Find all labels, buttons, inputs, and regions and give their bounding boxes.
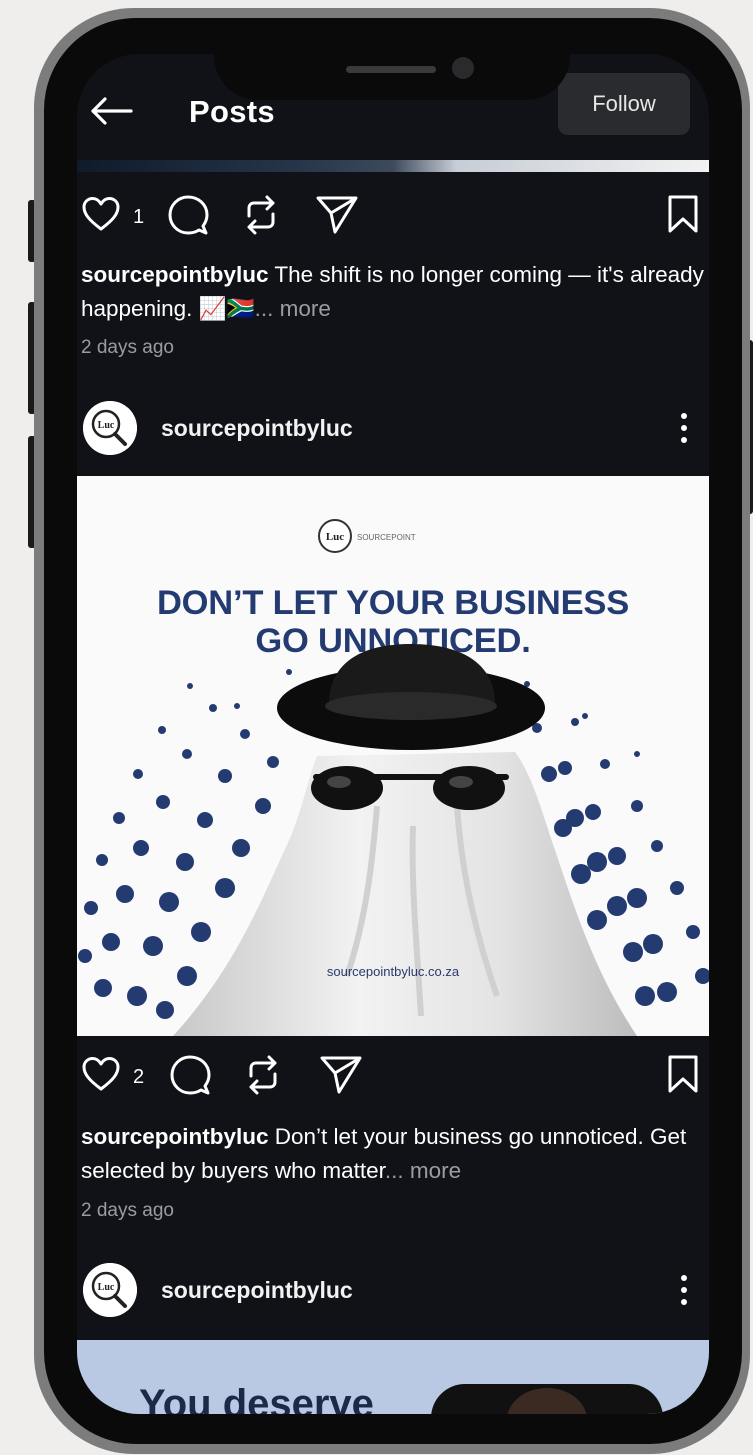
post-image-text: You deserve [139, 1382, 374, 1414]
share-icon[interactable] [315, 194, 359, 236]
repost-icon[interactable] [241, 194, 281, 236]
comment-icon[interactable] [169, 1054, 211, 1096]
caption-username[interactable]: sourcepointbyluc [81, 1124, 269, 1149]
avatar-text: Luc [98, 1282, 115, 1293]
post-caption: sourcepointbyluc Don’t let your business… [81, 1120, 705, 1188]
image-url-text: sourcepointbyluc.co.za [326, 964, 460, 979]
post-username[interactable]: sourcepointbyluc [161, 415, 353, 442]
speaker-grille [346, 66, 436, 73]
back-arrow-icon[interactable] [89, 96, 133, 126]
post-header: Luc sourcepointbyluc [77, 1260, 709, 1320]
image-device-graphic [431, 1384, 663, 1414]
caption-more-link[interactable]: ... more [255, 296, 331, 321]
comment-icon[interactable] [167, 194, 209, 236]
like-count: 1 [133, 206, 145, 228]
post-actions: 1 [77, 190, 709, 244]
post-image[interactable]: You deserve [77, 1340, 709, 1414]
front-camera [452, 57, 474, 79]
more-options-icon[interactable] [677, 1272, 691, 1308]
post-image[interactable]: Luc SOURCEPOINT DON’T LET YOUR BUSINESS … [77, 476, 709, 1036]
previous-post-image [77, 160, 709, 172]
heart-icon[interactable] [81, 196, 121, 232]
repost-icon[interactable] [243, 1054, 283, 1096]
post-actions: 2 [77, 1050, 709, 1104]
avatar-text: Luc [98, 420, 115, 431]
post-header: Luc sourcepointbyluc [77, 398, 709, 458]
bookmark-icon[interactable] [667, 194, 699, 234]
post-username[interactable]: sourcepointbyluc [161, 1277, 353, 1304]
post-timestamp: 2 days ago [81, 337, 174, 358]
avatar[interactable]: Luc [83, 1263, 137, 1317]
heart-icon[interactable] [81, 1056, 121, 1092]
follow-button[interactable]: Follow [558, 73, 690, 135]
ghost-figure [173, 644, 637, 1036]
like-count: 2 [133, 1066, 145, 1088]
caption-username[interactable]: sourcepointbyluc [81, 262, 269, 287]
share-icon[interactable] [319, 1054, 363, 1096]
bookmark-icon[interactable] [667, 1054, 699, 1094]
phone-screen: Posts Follow 1 sourcepointbyluc The shif… [77, 54, 709, 1414]
avatar[interactable]: Luc [83, 401, 137, 455]
post-caption: sourcepointbyluc The shift is no longer … [81, 258, 705, 326]
notch [214, 54, 570, 100]
more-options-icon[interactable] [677, 410, 691, 446]
post-timestamp: 2 days ago [81, 1200, 174, 1221]
caption-more-link[interactable]: ... more [385, 1158, 461, 1183]
